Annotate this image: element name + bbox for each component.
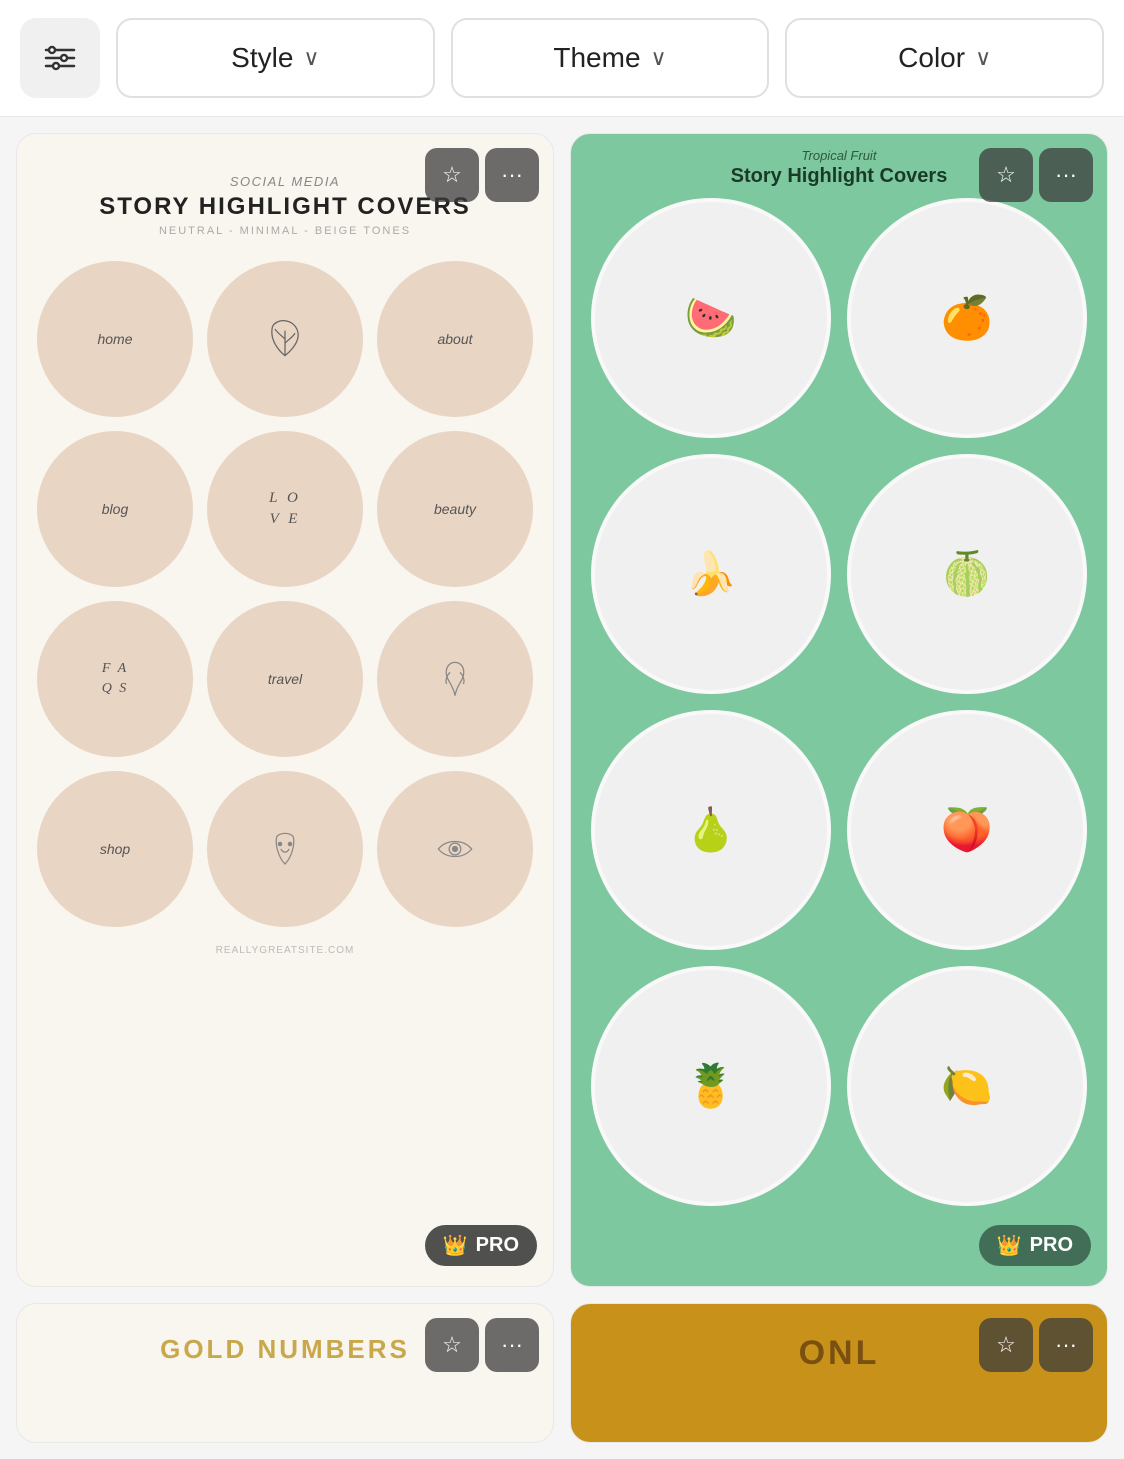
- fruit-pineapple: 🍍: [591, 966, 831, 1206]
- card-1-subtitle: Social Media: [230, 174, 340, 189]
- theme-chevron-icon: ∨: [651, 45, 667, 71]
- theme-filter-button[interactable]: Theme ∨: [451, 18, 770, 98]
- fruit-pear: 🍐: [591, 710, 831, 950]
- more-icon: ···: [1055, 1332, 1077, 1358]
- card-4-actions: ☆ ···: [979, 1318, 1093, 1372]
- color-filter-button[interactable]: Color ∨: [785, 18, 1104, 98]
- star-icon: ☆: [442, 1332, 462, 1358]
- card-2-pro-badge: 👑 PRO: [979, 1225, 1091, 1266]
- card-4-star-button[interactable]: ☆: [979, 1318, 1033, 1372]
- circle-love: L OV E: [207, 431, 363, 587]
- card-3-star-button[interactable]: ☆: [425, 1318, 479, 1372]
- style-filter-button[interactable]: Style ∨: [116, 18, 435, 98]
- card-1-actions: ☆ ···: [425, 148, 539, 202]
- fruit-peach: 🍑: [847, 710, 1087, 950]
- card-1-pro-badge: 👑 PRO: [425, 1225, 537, 1266]
- style-chevron-icon: ∨: [303, 45, 319, 71]
- card-neutral-highlights: ☆ ··· Social Media STORY HIGHLIGHT COVER…: [16, 133, 554, 1287]
- card-2-star-button[interactable]: ☆: [979, 148, 1033, 202]
- card-onl: ☆ ··· ONL: [570, 1303, 1108, 1443]
- pro-label: PRO: [1030, 1234, 1073, 1257]
- color-chevron-icon: ∨: [975, 45, 991, 71]
- circle-travel: travel: [207, 601, 363, 757]
- card-4-more-button[interactable]: ···: [1039, 1318, 1093, 1372]
- card-gold-numbers: ☆ ··· GOLD NUMBERS: [16, 1303, 554, 1443]
- filter-bar: Style ∨ Theme ∨ Color ∨: [0, 0, 1124, 117]
- card-1-footer: REALLYGREATSITE.COM: [216, 945, 355, 956]
- card-tropical-highlights: ☆ ··· Tropical Fruit Story Highlight Cov…: [570, 133, 1108, 1287]
- theme-label: Theme: [553, 42, 640, 74]
- fruit-banana: 🍌: [591, 454, 831, 694]
- card-1-content: Social Media STORY HIGHLIGHT COVERS NEUT…: [17, 134, 553, 1036]
- card-1-title: STORY HIGHLIGHT COVERS: [99, 193, 471, 221]
- more-icon: ···: [501, 162, 523, 188]
- color-label: Color: [898, 42, 965, 74]
- card-3-more-button[interactable]: ···: [485, 1318, 539, 1372]
- more-icon: ···: [1055, 162, 1077, 188]
- crown-icon: 👑: [443, 1233, 468, 1258]
- card-1-description: NEUTRAL - MINIMAL - BEIGE TONES: [159, 225, 411, 237]
- card-1-star-button[interactable]: ☆: [425, 148, 479, 202]
- circle-shop: shop: [37, 771, 193, 927]
- star-icon: ☆: [442, 162, 462, 188]
- card-4-title: ONL: [799, 1334, 880, 1373]
- circle-eye: [377, 771, 533, 927]
- fruit-lemon: 🍋: [847, 966, 1087, 1206]
- crown-icon: 👑: [997, 1233, 1022, 1258]
- circle-about: about: [377, 261, 533, 417]
- cards-grid: ☆ ··· Social Media STORY HIGHLIGHT COVER…: [0, 117, 1124, 1459]
- card-3-title: GOLD NUMBERS: [160, 1334, 410, 1365]
- fruit-watermelon: 🍉: [591, 198, 831, 438]
- card-1-more-button[interactable]: ···: [485, 148, 539, 202]
- circle-body: [377, 601, 533, 757]
- circle-home: home: [37, 261, 193, 417]
- circle-beauty: beauty: [377, 431, 533, 587]
- style-label: Style: [231, 42, 293, 74]
- circle-face: [207, 771, 363, 927]
- circle-leaf: [207, 261, 363, 417]
- highlight-circles-grid: home about blog: [37, 261, 533, 927]
- more-icon: ···: [501, 1332, 523, 1358]
- pro-label: PRO: [476, 1234, 519, 1257]
- card-2-actions: ☆ ···: [979, 148, 1093, 202]
- circle-faqs: F AQ S: [37, 601, 193, 757]
- fruit-dragonfruit: 🍈: [847, 454, 1087, 694]
- fruit-circles-grid: 🍉 🍊 🍌 🍈 🍐 🍑 🍍 🍋: [571, 198, 1107, 1286]
- card-3-actions: ☆ ···: [425, 1318, 539, 1372]
- circle-blog: blog: [37, 431, 193, 587]
- star-icon: ☆: [996, 1332, 1016, 1358]
- star-icon: ☆: [996, 162, 1016, 188]
- fruit-orange: 🍊: [847, 198, 1087, 438]
- card-2-more-button[interactable]: ···: [1039, 148, 1093, 202]
- filter-icon-button[interactable]: [20, 18, 100, 98]
